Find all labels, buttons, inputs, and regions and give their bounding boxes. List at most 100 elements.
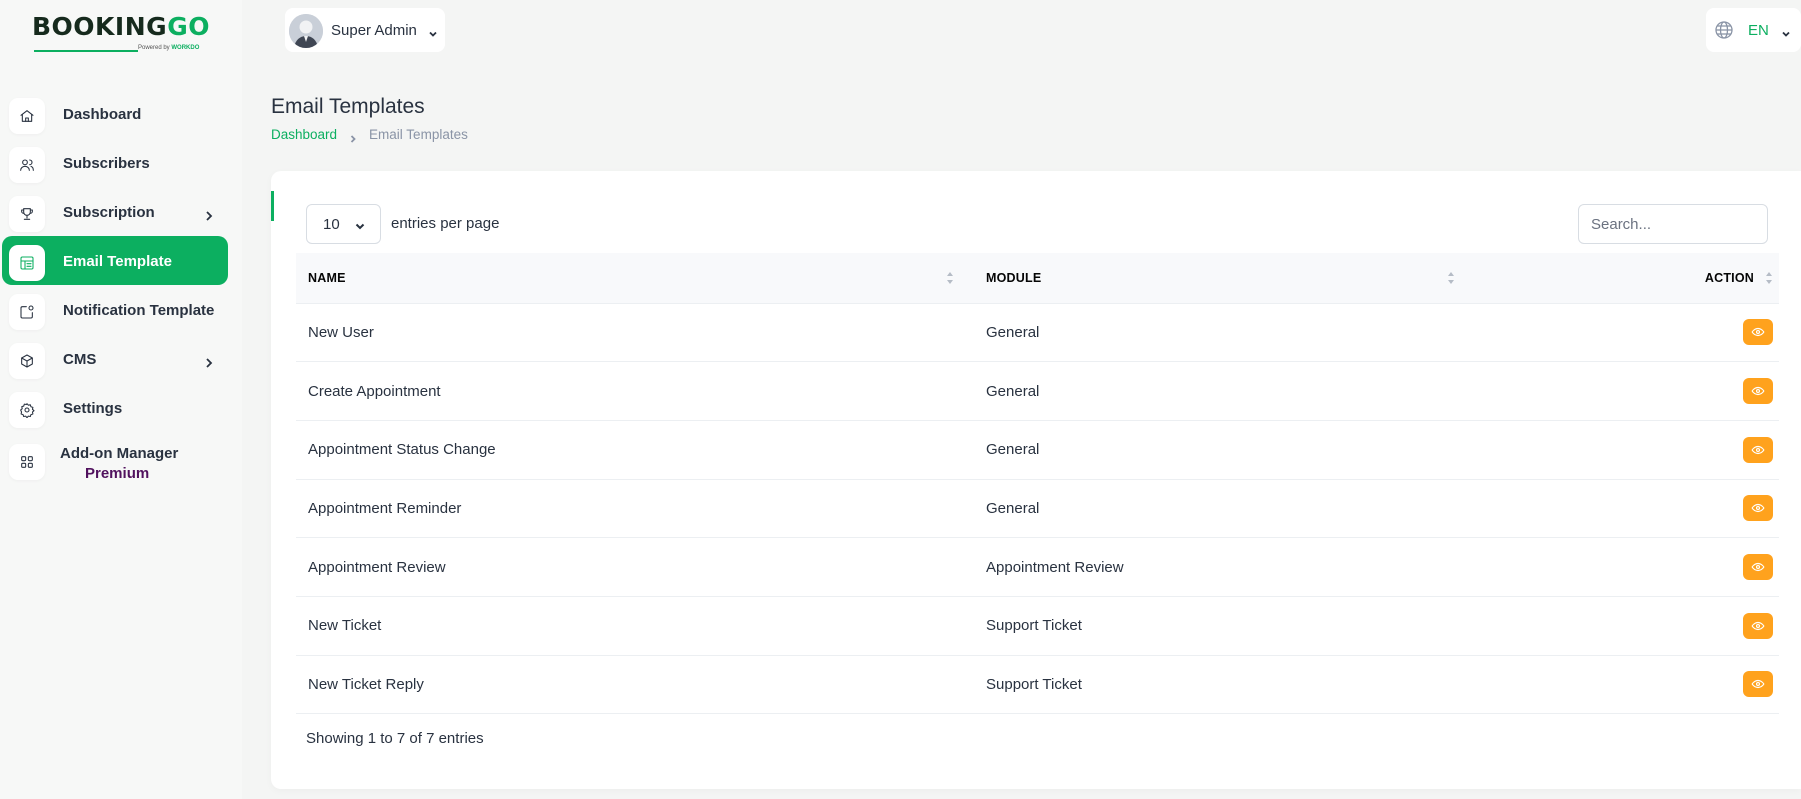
cell-name: Appointment Review — [308, 558, 446, 576]
logo-underline — [34, 50, 138, 52]
logo-powered-by: Powered by WORKDO — [138, 45, 200, 51]
sidebar-item-label: Email Template — [63, 253, 172, 270]
table-header-row: NAME MODULE ACTION — [296, 253, 1779, 303]
language-selector[interactable]: EN — [1706, 8, 1801, 52]
grid-icon — [9, 444, 45, 480]
sidebar-item-subscription[interactable]: Subscription — [2, 187, 228, 236]
search-input[interactable] — [1578, 204, 1768, 244]
view-button[interactable] — [1743, 378, 1773, 405]
trophy-icon — [9, 196, 45, 232]
sidebar-item-addon-manager[interactable]: Add-on Manager Premium — [2, 432, 228, 492]
cell-name: Appointment Reminder — [308, 499, 462, 517]
notification-icon — [9, 294, 45, 330]
user-name: Super Admin — [331, 22, 417, 39]
brand-logo[interactable]: BOOKINGGO Powered by WORKDO — [32, 12, 210, 58]
table-row: Appointment Status Change General — [296, 420, 1779, 480]
eye-icon — [1751, 563, 1765, 572]
card-accent-bar — [271, 191, 274, 221]
cell-action — [1500, 362, 1779, 421]
cell-action — [1500, 420, 1779, 479]
cell-module: Appointment Review — [986, 558, 1124, 576]
chevron-right-icon — [203, 356, 215, 368]
eye-icon — [1751, 621, 1765, 630]
column-header-label: MODULE — [986, 270, 1042, 285]
cell-module: Support Ticket — [986, 675, 1082, 693]
sidebar: BOOKINGGO Powered by WORKDO Dashboard Su… — [0, 0, 242, 799]
avatar — [289, 14, 323, 48]
sort-icon — [1765, 270, 1773, 286]
sidebar-item-email-template[interactable]: Email Template — [2, 236, 228, 285]
eye-icon — [1751, 445, 1765, 454]
cell-name: Appointment Status Change — [308, 441, 496, 459]
cell-module: General — [986, 499, 1040, 517]
home-icon — [9, 98, 45, 134]
cell-name: New User — [308, 323, 374, 341]
sort-icon — [1447, 270, 1455, 286]
cell-module: General — [986, 323, 1040, 341]
user-menu[interactable]: Super Admin — [285, 8, 445, 52]
cell-module: General — [986, 441, 1040, 459]
sidebar-item-label: Dashboard — [63, 106, 142, 123]
table-row: Create Appointment General — [296, 362, 1779, 421]
column-header-action[interactable]: ACTION — [1500, 253, 1779, 303]
sidebar-item-subscribers[interactable]: Subscribers — [2, 138, 228, 187]
table-row: Appointment Reminder General — [296, 479, 1779, 538]
cell-action — [1500, 596, 1779, 655]
cell-action — [1500, 479, 1779, 538]
cell-action — [1500, 655, 1779, 714]
chevron-down-icon — [1781, 26, 1791, 37]
templates-table: NAME MODULE ACTION New User General Crea… — [296, 253, 1779, 714]
users-icon — [9, 147, 45, 183]
column-header-label: NAME — [308, 270, 346, 285]
breadcrumb-current: Email Templates — [369, 127, 468, 142]
page-title: Email Templates — [271, 95, 425, 118]
per-page-value: 10 — [323, 216, 340, 233]
sidebar-nav: Dashboard Subscribers Subscription Email… — [0, 89, 242, 492]
gear-icon — [9, 392, 45, 428]
sidebar-item-label: Subscribers — [63, 155, 150, 172]
template-icon — [9, 245, 45, 281]
table-row: New Ticket Reply Support Ticket — [296, 655, 1779, 714]
sidebar-item-dashboard[interactable]: Dashboard — [2, 89, 228, 138]
view-button[interactable] — [1743, 554, 1773, 581]
sidebar-item-label: CMS — [63, 351, 97, 368]
language-code: EN — [1748, 22, 1769, 39]
eye-icon — [1751, 680, 1765, 689]
sidebar-item-cms[interactable]: CMS — [2, 334, 228, 383]
sidebar-item-settings[interactable]: Settings — [2, 383, 228, 432]
chevron-down-icon — [428, 26, 438, 37]
view-button[interactable] — [1743, 495, 1773, 522]
breadcrumb: Dashboard Email Templates — [271, 127, 468, 143]
view-button[interactable] — [1743, 612, 1773, 639]
cell-name: New Ticket — [308, 617, 382, 635]
column-header-module[interactable]: MODULE — [974, 253, 1500, 303]
email-templates-card: 10 entries per page NAME MODULE ACTION — [271, 171, 1801, 789]
chevron-right-icon — [203, 209, 215, 221]
box-icon — [9, 343, 45, 379]
top-header: Super Admin EN — [242, 0, 1801, 62]
column-header-name[interactable]: NAME — [296, 253, 974, 303]
sidebar-item-label: Add-on Manager — [60, 445, 179, 462]
logo-text: BOOKINGGO — [32, 12, 210, 41]
sidebar-item-notification-template[interactable]: Notification Template — [2, 285, 228, 334]
table-footer-info: Showing 1 to 7 of 7 entries — [306, 730, 484, 747]
premium-label: Premium — [85, 465, 150, 482]
sidebar-item-label: Notification Template — [63, 302, 215, 319]
globe-icon — [1714, 20, 1734, 40]
eye-icon — [1751, 504, 1765, 513]
cell-module: Support Ticket — [986, 617, 1082, 635]
cell-name: New Ticket Reply — [308, 675, 424, 693]
entries-per-page-select[interactable]: 10 — [306, 204, 381, 244]
cell-module: General — [986, 382, 1040, 400]
table-row: New Ticket Support Ticket — [296, 596, 1779, 656]
chevron-down-icon — [354, 219, 366, 231]
cell-name: Create Appointment — [308, 382, 441, 400]
chevron-right-icon — [349, 131, 357, 143]
view-button[interactable] — [1743, 436, 1773, 463]
breadcrumb-home-link[interactable]: Dashboard — [271, 127, 337, 142]
view-button[interactable] — [1743, 319, 1773, 346]
table-row: Appointment Review Appointment Review — [296, 538, 1779, 597]
cell-action — [1500, 303, 1779, 362]
sort-icon — [946, 270, 954, 286]
view-button[interactable] — [1743, 671, 1773, 698]
